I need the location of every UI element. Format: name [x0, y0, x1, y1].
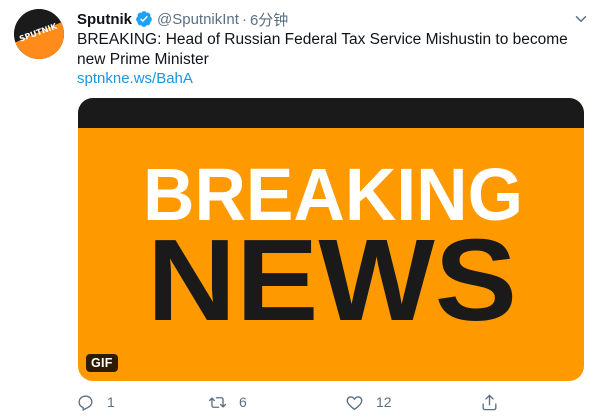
- tweet-link[interactable]: sptnkne.ws/BahA: [77, 69, 193, 89]
- news-text: NEWS: [147, 215, 517, 345]
- share-icon: [482, 394, 497, 410]
- timestamp[interactable]: 6分钟: [250, 9, 288, 30]
- action-bar: 1 6 12: [70, 390, 590, 414]
- share-button[interactable]: [480, 390, 499, 414]
- tweet-card[interactable]: SPUTNIK Sputnik @SputnikInt · 6分钟 BREAKI…: [0, 0, 607, 418]
- gif-badge: GIF: [86, 354, 118, 372]
- tweet-header: Sputnik @SputnikInt · 6分钟: [77, 8, 288, 30]
- reply-count: 1: [107, 394, 115, 410]
- tweet-text: BREAKING: Head of Russian Federal Tax Se…: [77, 31, 568, 68]
- more-options-button[interactable]: [569, 7, 593, 31]
- handle[interactable]: @SputnikInt: [157, 11, 239, 28]
- retweet-count: 6: [239, 394, 247, 410]
- heart-icon: [346, 395, 363, 410]
- chevron-down-icon: [575, 16, 587, 22]
- like-button[interactable]: 12: [345, 390, 392, 414]
- reply-button[interactable]: 1: [76, 390, 115, 414]
- like-count: 12: [376, 394, 392, 410]
- retweet-button[interactable]: 6: [208, 390, 247, 414]
- verified-badge-icon: [135, 10, 153, 28]
- display-name[interactable]: Sputnik: [77, 11, 132, 28]
- sputnik-logo: SPUTNIK: [14, 9, 64, 59]
- reply-icon: [78, 394, 93, 411]
- breaking-news-graphic: BREAKING NEWS: [143, 153, 523, 345]
- separator-dot: ·: [241, 10, 247, 28]
- media-gif[interactable]: BREAKING NEWS GIF: [78, 98, 584, 381]
- retweet-icon: [208, 396, 227, 408]
- avatar[interactable]: SPUTNIK: [14, 9, 64, 59]
